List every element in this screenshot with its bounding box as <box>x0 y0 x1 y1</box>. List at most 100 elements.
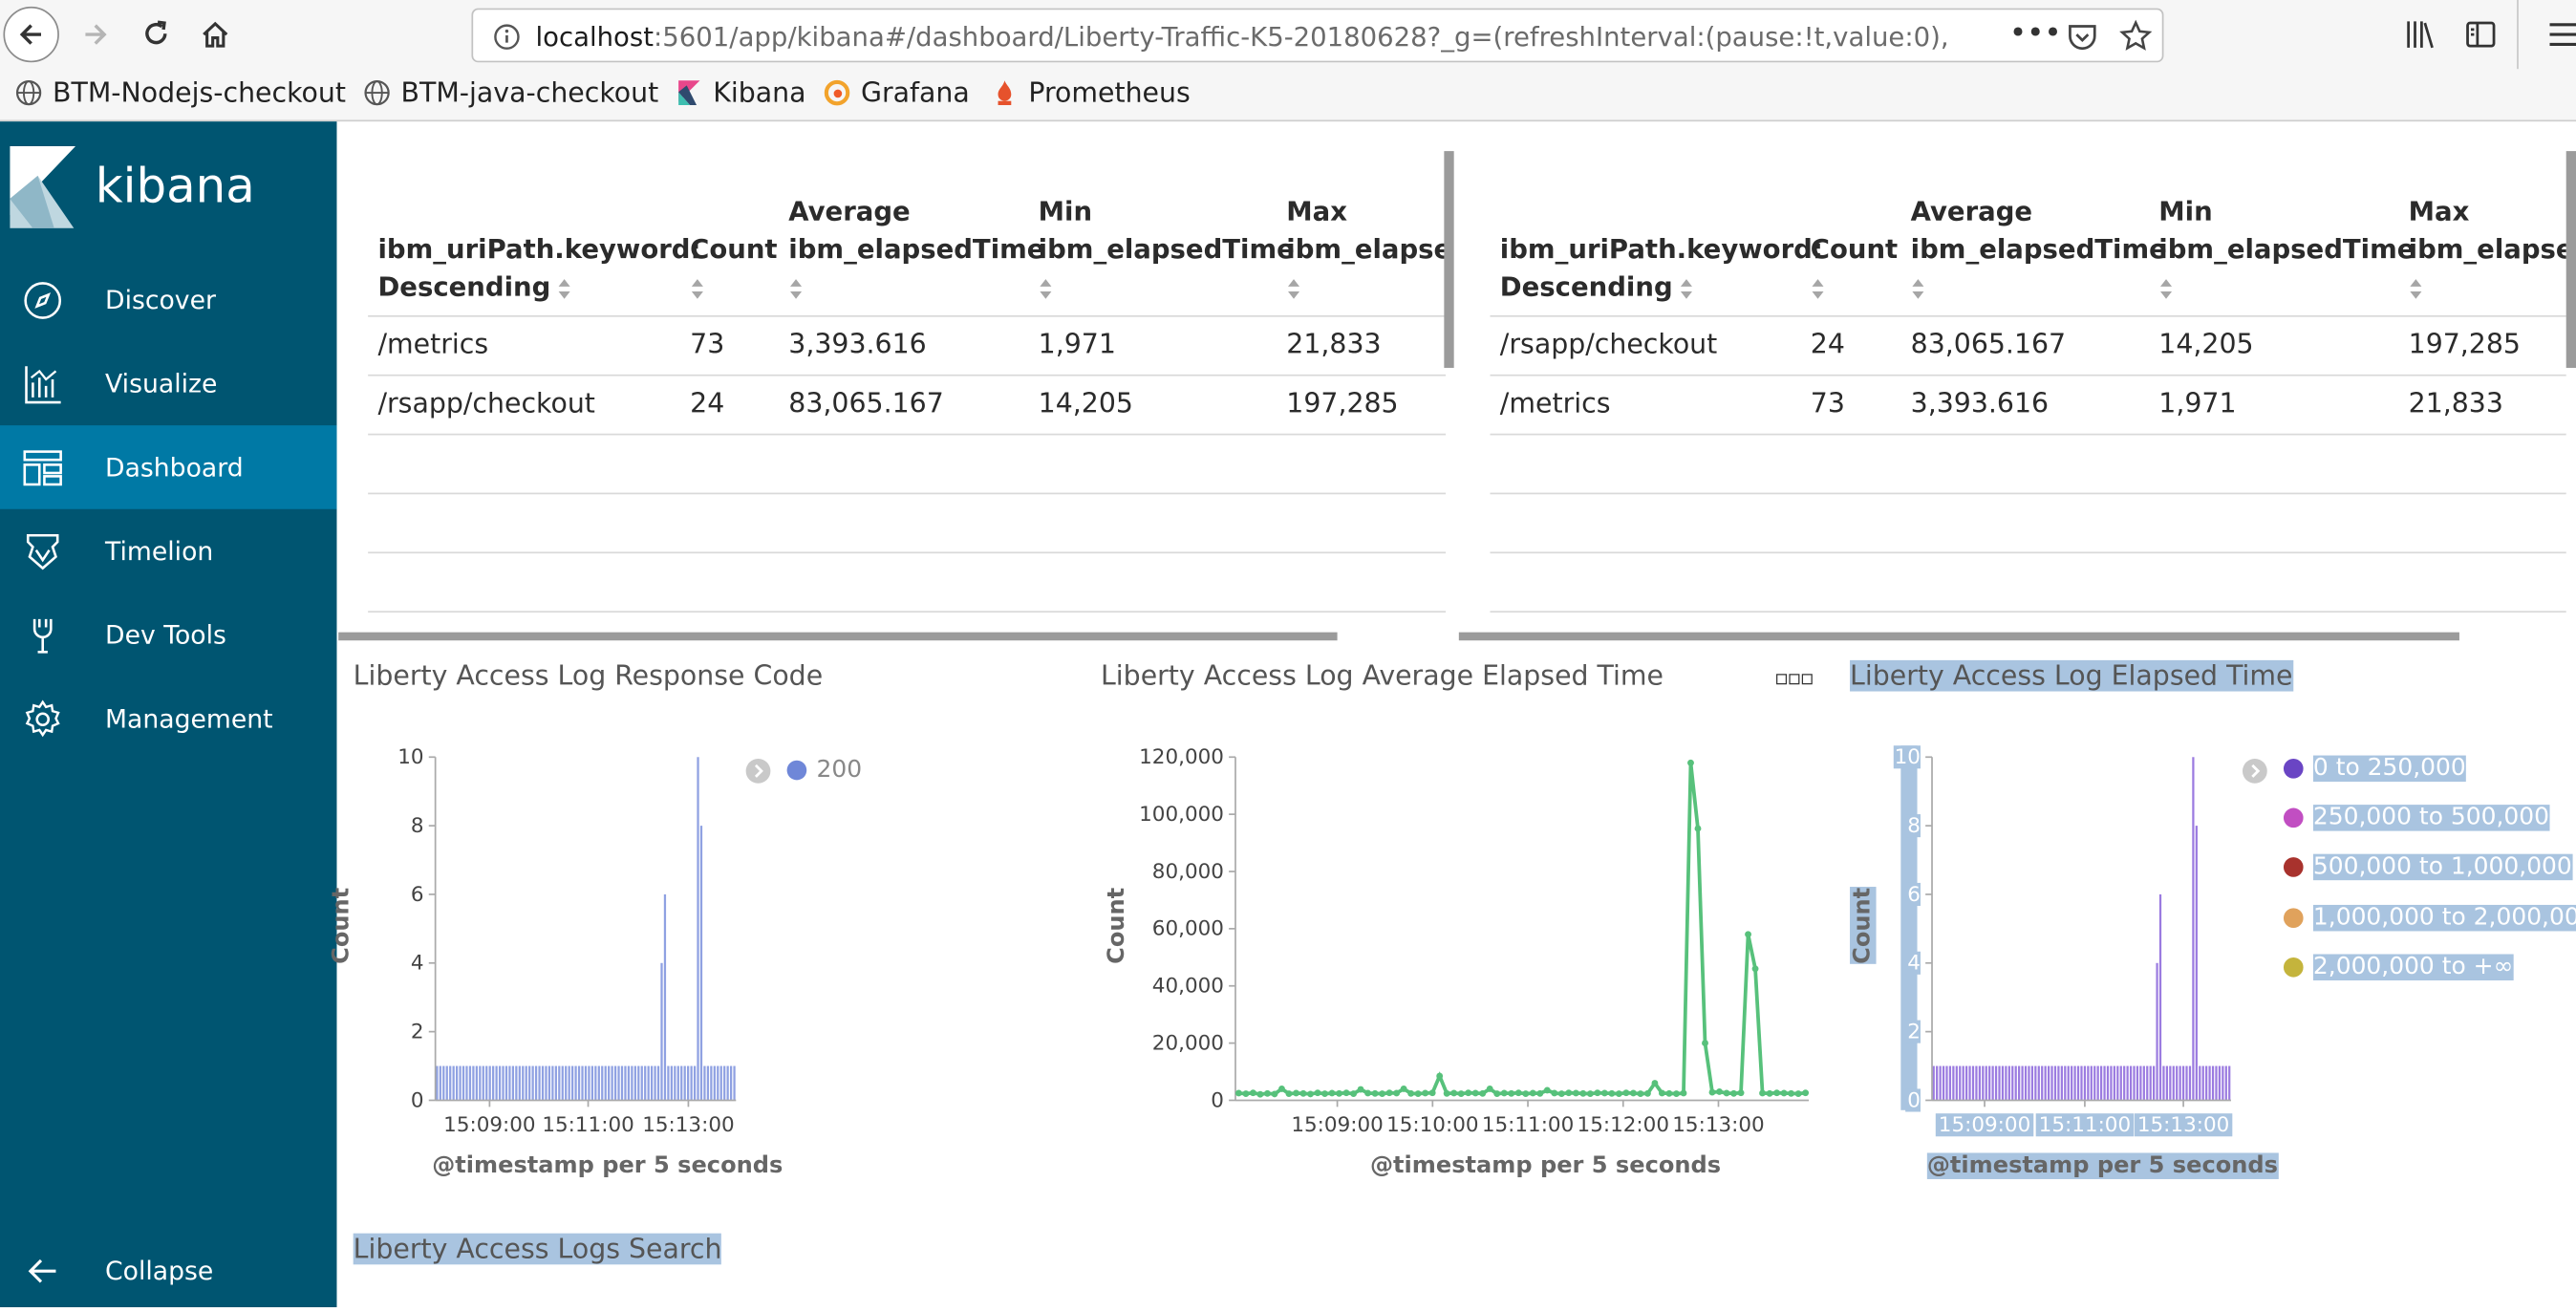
bar <box>2192 757 2195 1101</box>
bar <box>2215 1065 2218 1101</box>
legend-item-range-2[interactable]: 250,000 to 500,000 <box>2283 805 2549 831</box>
bar <box>1982 1065 1985 1101</box>
bar <box>1959 1065 1962 1101</box>
bar <box>1942 1065 1945 1101</box>
bar <box>1939 1065 1942 1101</box>
bar <box>2014 1065 2017 1101</box>
bar <box>2030 1065 2034 1101</box>
bar <box>2044 1065 2047 1101</box>
bar <box>2050 1065 2053 1101</box>
bar <box>2021 1065 2024 1101</box>
bar <box>2080 1065 2083 1101</box>
bar <box>2110 1065 2113 1101</box>
bar <box>2165 1065 2169 1101</box>
bar <box>1985 1065 1987 1101</box>
y-tick-label: 10 <box>1895 745 1921 769</box>
bar <box>1945 1065 1948 1101</box>
bar <box>2228 1065 2231 1101</box>
bar <box>2116 1065 2119 1101</box>
bar <box>2119 1065 2122 1101</box>
legend-label: 0 to 250,000 <box>2312 755 2466 783</box>
bar <box>2185 1065 2188 1101</box>
legend-dot <box>2283 857 2304 877</box>
x-tick-label: 15:11:00 <box>2039 1113 2131 1137</box>
bar <box>2136 1065 2139 1101</box>
bar <box>2169 1065 2172 1101</box>
y-tick-label: 6 <box>1907 883 1921 907</box>
legend-item-range-4[interactable]: 1,000,000 to 2,000,000 <box>2283 904 2576 932</box>
bar <box>2093 1065 2096 1101</box>
bar <box>2106 1065 2110 1101</box>
bar <box>2053 1065 2057 1101</box>
bar <box>2011 1065 2014 1101</box>
legend-dot <box>2283 758 2304 779</box>
bar <box>2028 1065 2030 1101</box>
bar <box>1936 1065 1939 1101</box>
bar <box>2037 1065 2040 1101</box>
x-tick-label: 15:09:00 <box>1939 1113 2030 1137</box>
bar <box>2153 1065 2156 1101</box>
bar <box>2199 1065 2201 1101</box>
bar <box>2142 1065 2145 1101</box>
legend-item-range-5[interactable]: 2,000,000 to +∞ <box>2283 954 2514 981</box>
bar <box>2208 1065 2211 1101</box>
legend-label: 500,000 to 1,000,000 <box>2312 853 2572 881</box>
legend-label: 2,000,000 to +∞ <box>2312 954 2514 981</box>
bar <box>2073 1065 2076 1101</box>
legend-label: 1,000,000 to 2,000,000 <box>2312 904 2576 932</box>
bar <box>2076 1065 2080 1101</box>
bar <box>2057 1065 2060 1101</box>
bar <box>2123 1065 2126 1101</box>
bar <box>2007 1065 2010 1101</box>
bar <box>2034 1065 2037 1101</box>
y-tick-label: 8 <box>1907 814 1921 838</box>
bar <box>1975 1065 1978 1101</box>
bar <box>2195 826 2198 1101</box>
bar <box>1991 1065 1994 1101</box>
bar <box>2129 1065 2133 1101</box>
legend-dot <box>2283 807 2304 828</box>
legend-item-range-1[interactable]: 0 to 250,000 <box>2283 755 2466 783</box>
bar <box>2176 1065 2179 1101</box>
bar <box>2158 893 2162 1101</box>
y-tick-label: 0 <box>1907 1088 1921 1112</box>
legend-item-range-3[interactable]: 500,000 to 1,000,000 <box>2283 853 2572 881</box>
bar <box>2188 1065 2192 1101</box>
bar <box>2047 1065 2050 1101</box>
bar <box>2087 1065 2090 1101</box>
bar <box>2211 1065 2215 1101</box>
bar <box>2103 1065 2106 1101</box>
y-axis-highlight <box>1900 745 1918 1110</box>
bar <box>1968 1065 1971 1101</box>
screen: localhost:5601/app/kibana#/dashboard/Lib… <box>0 0 2576 1308</box>
bar <box>2162 1065 2165 1101</box>
bar <box>1971 1065 1975 1101</box>
bar <box>2024 1065 2028 1101</box>
bar <box>2099 1065 2103 1101</box>
bar <box>2060 1065 2063 1101</box>
bar <box>2181 1065 2185 1101</box>
bar <box>2083 1065 2087 1101</box>
bar <box>2064 1065 2067 1101</box>
bar <box>2071 1065 2073 1101</box>
x-axis-label: @timestamp per 5 seconds <box>1926 1152 2278 1179</box>
legend-dot <box>2283 908 2304 929</box>
bar <box>2067 1065 2070 1101</box>
y-tick-label: 4 <box>1907 952 1921 976</box>
legend-dot <box>2283 957 2304 978</box>
bar <box>2041 1065 2044 1101</box>
y-axis-label: Count <box>1850 887 1877 964</box>
bar <box>1948 1065 1952 1101</box>
bar <box>2090 1065 2093 1101</box>
bar <box>1962 1065 1964 1101</box>
bar <box>2218 1065 2222 1101</box>
bar <box>1998 1065 2001 1101</box>
legend-toggle-icon[interactable] <box>2242 758 2267 784</box>
bar <box>2179 1065 2181 1101</box>
bar <box>2201 1065 2204 1101</box>
bar <box>2146 1065 2149 1101</box>
bar <box>2126 1065 2129 1101</box>
bar <box>1988 1065 1991 1101</box>
bar <box>2018 1065 2021 1101</box>
bar <box>1994 1065 1998 1101</box>
